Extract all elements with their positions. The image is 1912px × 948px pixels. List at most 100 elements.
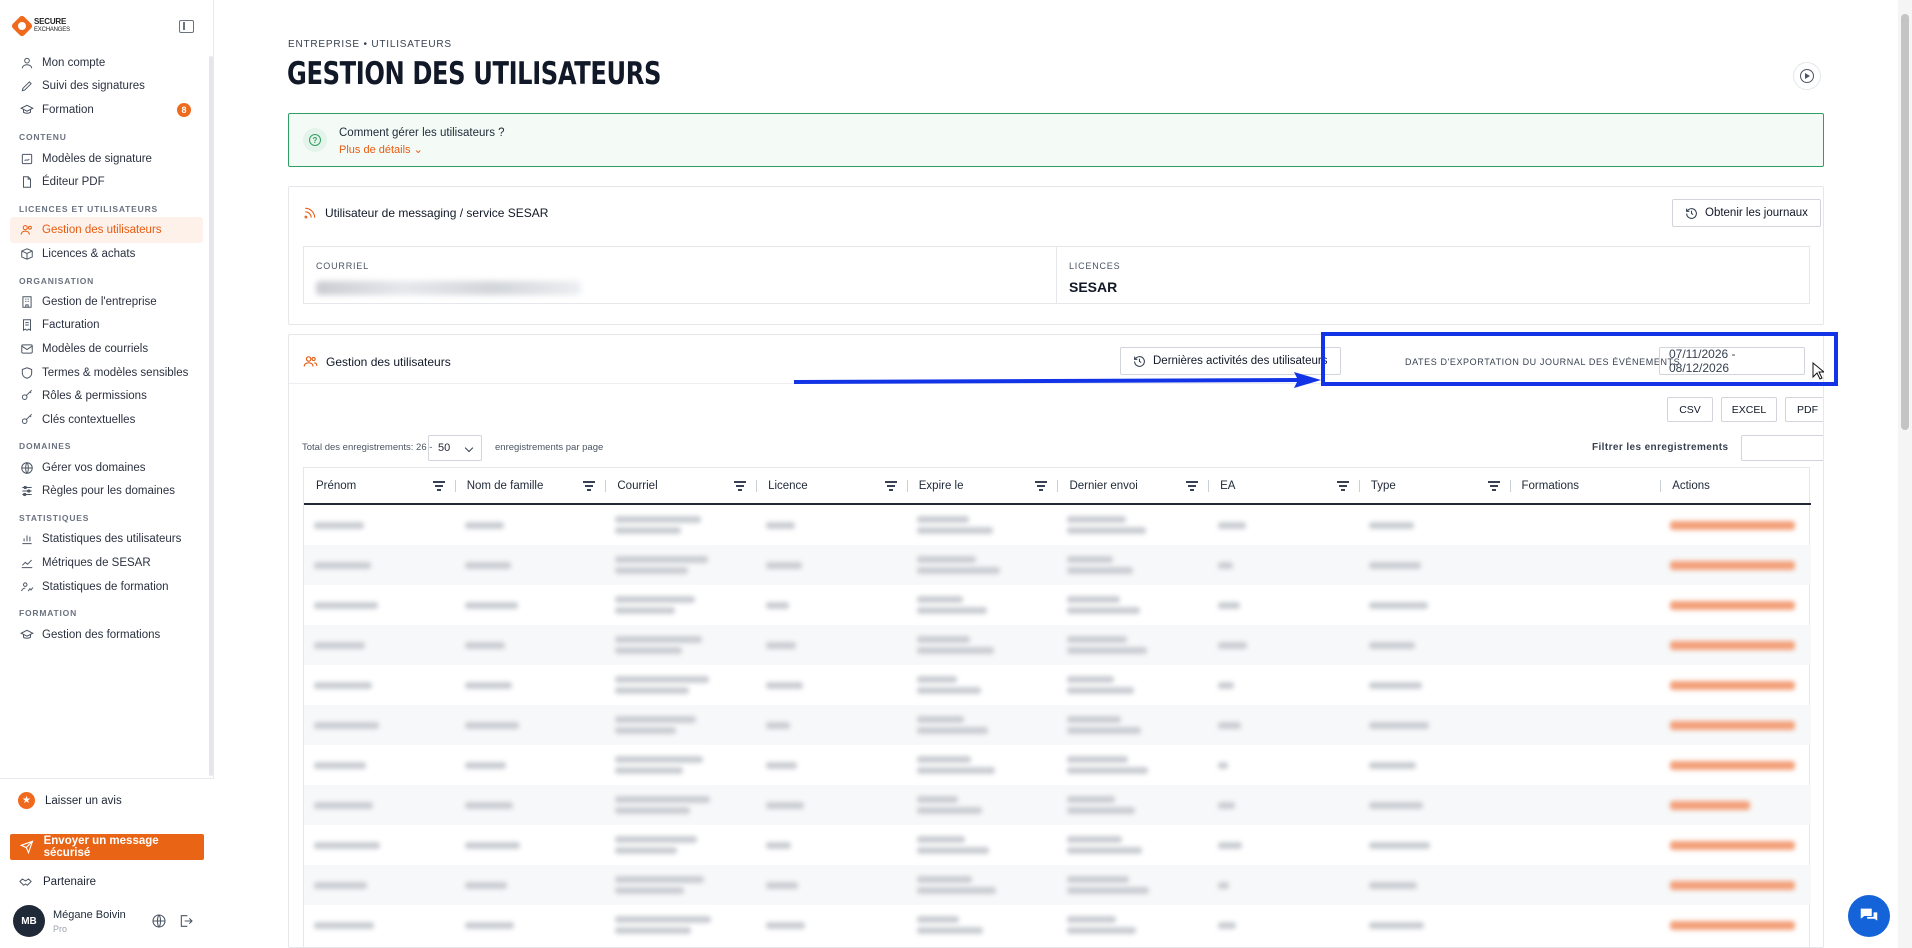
column-header[interactable]: Prénom [304, 468, 455, 503]
filter-records-label: Filtrer les enregistrements [1592, 442, 1729, 453]
chat-button[interactable] [1848, 895, 1890, 937]
sidebar-item-statistiques-des-utilisateurs[interactable]: Statistiques des utilisateurs [10, 526, 203, 552]
row-actions-redacted[interactable] [1670, 800, 1751, 810]
column-header-label: Nom de famille [466, 479, 544, 492]
row-actions-redacted[interactable] [1670, 520, 1796, 530]
language-globe-icon[interactable] [151, 913, 167, 929]
column-header-label: Expire le [918, 479, 964, 492]
box-icon [20, 247, 34, 261]
sidebar-item-re-gles-pour-les-domaines[interactable]: Règles pour les domaines [10, 478, 203, 504]
table-row[interactable] [304, 785, 1811, 825]
table-cell-redacted [1208, 825, 1359, 865]
column-header[interactable]: Type [1358, 468, 1510, 503]
sidebar-footer: ★ Laisser un avis Envoyer un message séc… [0, 778, 214, 948]
filter-icon[interactable] [583, 481, 596, 491]
row-actions-redacted[interactable] [1670, 680, 1796, 690]
filter-icon[interactable] [1035, 481, 1048, 491]
logout-icon[interactable] [178, 913, 194, 929]
sidebar-item-formation[interactable]: Formation 8 [10, 97, 203, 123]
column-header[interactable]: Courriel [605, 468, 756, 503]
row-actions-redacted[interactable] [1670, 600, 1796, 610]
table-row[interactable] [304, 585, 1811, 625]
table-row[interactable] [304, 505, 1811, 545]
sidebar-item-facturation[interactable]: Facturation [10, 312, 203, 338]
leave-review-link[interactable]: ★ Laisser un avis [18, 792, 122, 809]
table-cell-redacted [605, 865, 756, 905]
row-actions-redacted[interactable] [1670, 840, 1796, 850]
table-row[interactable] [304, 665, 1811, 705]
sidebar-item-licences-achats[interactable]: Licences & achats [10, 241, 203, 267]
table-cell-redacted [1359, 585, 1510, 625]
column-header[interactable]: Actions [1660, 468, 1811, 503]
table-cell-redacted [1057, 745, 1208, 785]
sidebar-item-me-triques-de-sesar[interactable]: Métriques de SESAR [10, 550, 203, 576]
partner-link[interactable]: Partenaire [18, 874, 96, 889]
filter-icon[interactable] [1487, 481, 1500, 491]
mail-icon [20, 342, 34, 356]
export-pdf-button[interactable]: PDF [1785, 397, 1823, 422]
table-cell-redacted [907, 665, 1058, 705]
send-secure-message-button[interactable]: Envoyer un message sécurisé [10, 834, 204, 860]
get-logs-button[interactable]: Obtenir les journaux [1672, 199, 1821, 227]
filter-icon[interactable] [1336, 481, 1349, 491]
graduation-icon [20, 103, 34, 117]
filter-icon[interactable] [734, 481, 747, 491]
handshake-icon [19, 878, 32, 886]
page-size-select[interactable]: 50 [428, 435, 482, 461]
page-title: GESTION DES UTILISATEURS [287, 56, 662, 92]
row-actions-redacted[interactable] [1670, 640, 1796, 650]
sidebar-item-ro-les-permissions[interactable]: Rôles & permissions [10, 383, 203, 409]
sidebar-collapse-icon[interactable] [179, 20, 194, 33]
row-actions-redacted[interactable] [1670, 720, 1796, 730]
table-row[interactable] [304, 905, 1811, 945]
column-header[interactable]: Nom de famille [454, 468, 606, 503]
sidebar-item-cle-s-contextuelles[interactable]: Clés contextuelles [10, 407, 203, 433]
sidebar-item-mode-les-de-courriels[interactable]: Modèles de courriels [10, 336, 203, 362]
table-cell-redacted [605, 785, 756, 825]
sidebar-item-suivi-des-signatures[interactable]: Suivi des signatures [10, 73, 203, 99]
table-row[interactable] [304, 865, 1811, 905]
table-row[interactable] [304, 825, 1811, 865]
row-actions-redacted[interactable] [1670, 880, 1796, 890]
table-row[interactable] [304, 625, 1811, 665]
sidebar-header: SECURE EXCHANGES [0, 0, 214, 56]
table-cell-redacted [1660, 625, 1811, 665]
sidebar-item-e-diteur-pdf[interactable]: Éditeur PDF [10, 169, 203, 195]
sidebar-item-gestion-des-formations[interactable]: Gestion des formations [10, 622, 203, 648]
table-cell-redacted [1660, 665, 1811, 705]
avatar: MB [13, 905, 45, 937]
table-row[interactable] [304, 705, 1811, 745]
row-actions-redacted[interactable] [1670, 760, 1796, 770]
row-actions-redacted[interactable] [1670, 920, 1796, 930]
column-header[interactable]: Licence [756, 468, 907, 503]
table-cell-redacted [1660, 585, 1811, 625]
table-cell-redacted [1208, 505, 1359, 545]
sidebar-item-label: Termes & modèles sensibles [42, 367, 189, 379]
table-cell-redacted [1660, 505, 1811, 545]
filter-icon[interactable] [432, 481, 445, 491]
table-row[interactable] [304, 545, 1811, 585]
pen-icon [20, 79, 34, 93]
column-header[interactable]: Expire le [906, 468, 1058, 503]
user-profile[interactable]: MB Mégane Boivin Pro [13, 901, 203, 941]
sidebar-scrollbar[interactable] [209, 56, 213, 776]
column-header[interactable]: Dernier envoi [1057, 468, 1208, 503]
sidebar-item-statistiques-de-formation[interactable]: Statistiques de formation [10, 574, 203, 600]
sidebar-item-gestion-des-utilisateurs[interactable]: Gestion des utilisateurs [10, 217, 203, 243]
logo[interactable]: SECURE EXCHANGES [10, 14, 70, 38]
file-icon [20, 175, 34, 189]
table-row[interactable] [304, 745, 1811, 785]
filter-icon[interactable] [884, 481, 897, 491]
filter-icon[interactable] [1186, 481, 1199, 491]
column-header[interactable]: EA [1208, 468, 1359, 503]
export-csv-button[interactable]: CSV [1667, 397, 1713, 422]
export-excel-button[interactable]: EXCEL [1721, 397, 1777, 422]
row-actions-redacted[interactable] [1670, 560, 1796, 570]
column-header-label: Type [1370, 479, 1396, 492]
page-scrollbar-thumb[interactable] [1901, 14, 1909, 430]
play-tutorial-button[interactable] [1793, 62, 1821, 90]
filter-records-input[interactable] [1741, 435, 1823, 461]
more-details-link[interactable]: Plus de détails ⌄ [339, 143, 423, 156]
column-header[interactable]: Formations [1509, 468, 1661, 503]
recent-activity-button[interactable]: Dernières activités des utilisateurs [1120, 347, 1341, 375]
